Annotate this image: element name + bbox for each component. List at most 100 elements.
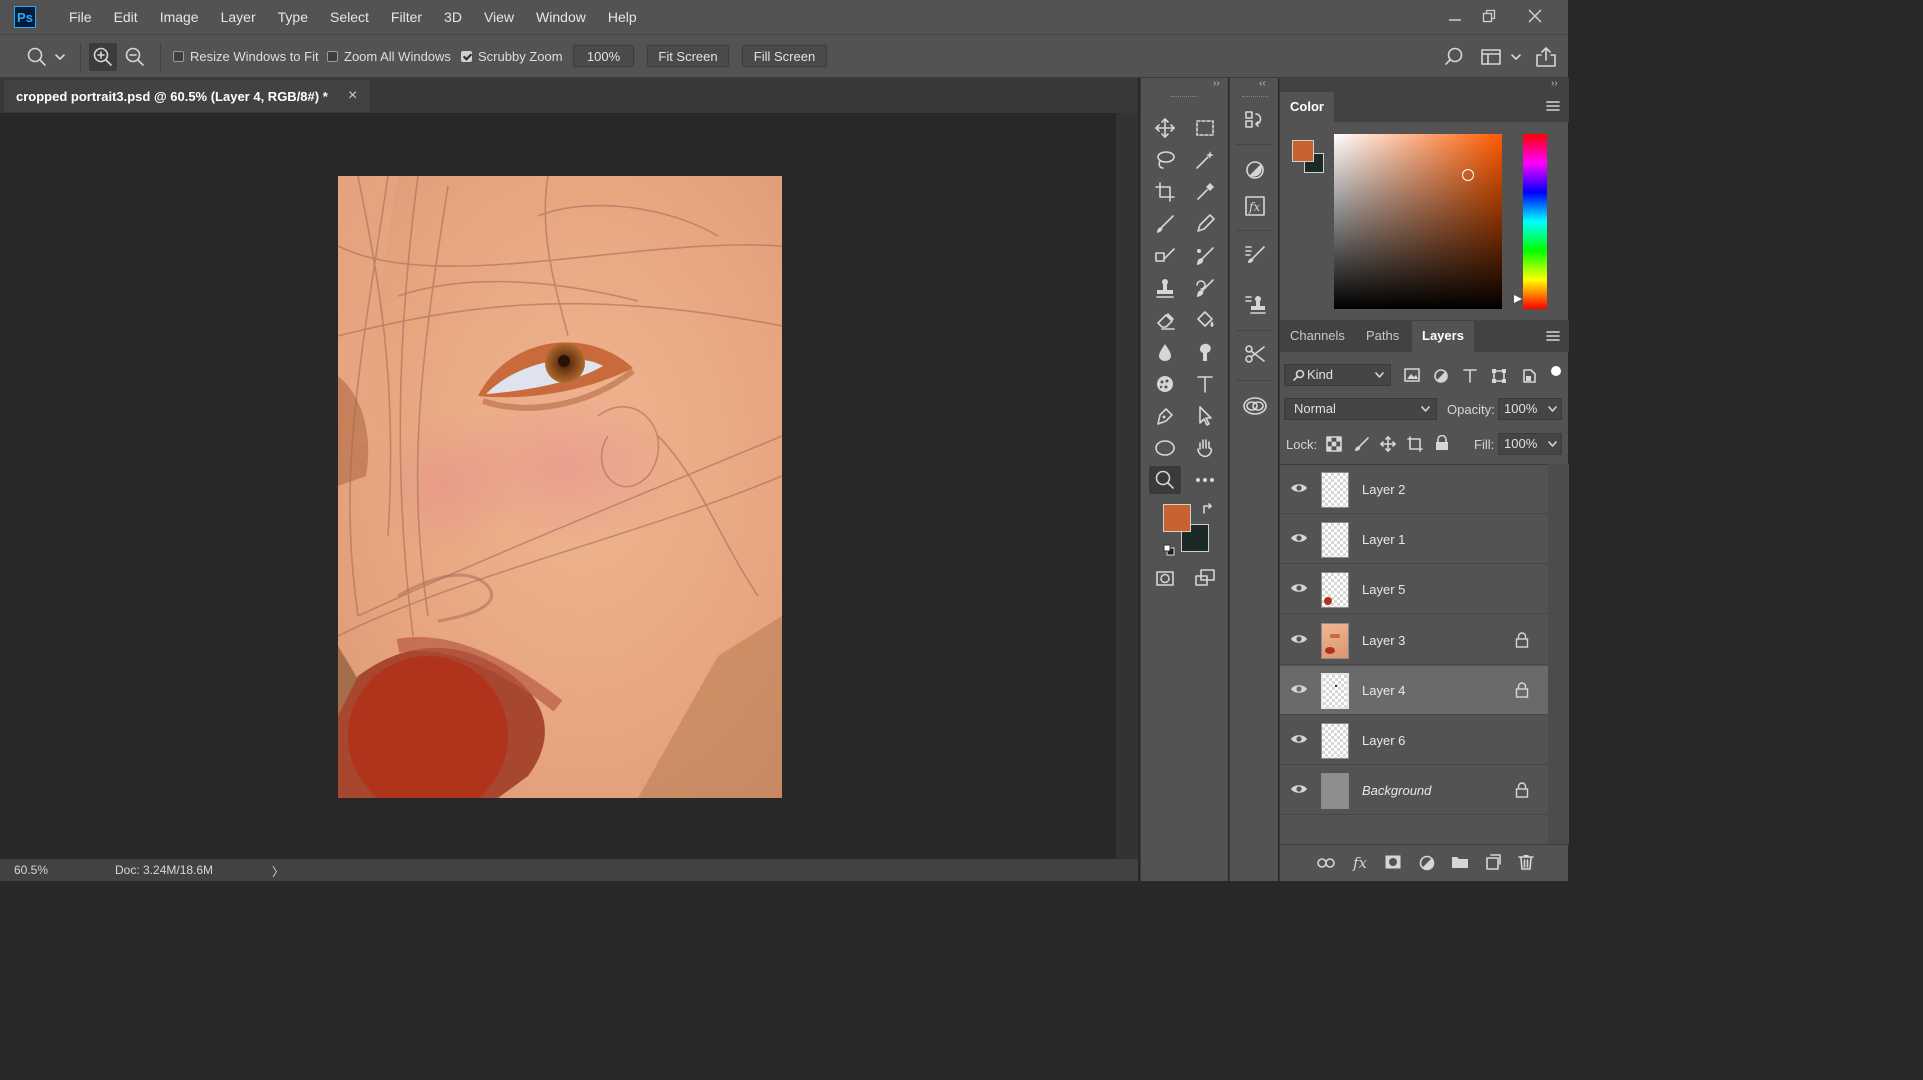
menu-window[interactable]: Window [525, 0, 597, 34]
vertical-scrollbar[interactable] [1116, 113, 1138, 859]
layer-visibility-eye-icon[interactable] [1290, 782, 1308, 796]
new-layer-icon[interactable] [1485, 854, 1501, 873]
close-document-icon[interactable]: × [348, 80, 357, 112]
fill-input[interactable]: 100% [1498, 433, 1562, 455]
layer-thumbnail[interactable] [1321, 572, 1349, 609]
tool-presets-panel-icon[interactable] [1239, 340, 1271, 368]
filter-adjustment-icon[interactable] [1433, 368, 1449, 387]
layer-visibility-eye-icon[interactable] [1290, 581, 1308, 595]
layer-lock-icon[interactable] [1515, 782, 1529, 798]
adjustments-panel-icon[interactable] [1239, 156, 1271, 184]
resize-windows-checkbox[interactable]: Resize Windows to Fit [173, 49, 319, 64]
layer-row[interactable]: Layer 6 [1280, 716, 1548, 765]
workspace-icon[interactable] [1477, 43, 1505, 71]
type-tool-icon[interactable] [1189, 370, 1221, 398]
layer-thumbnail[interactable] [1321, 773, 1349, 810]
menu-view[interactable]: View [473, 0, 525, 34]
collapse-panels-icon[interactable]: ›› [1551, 78, 1558, 89]
layer-name[interactable]: Layer 6 [1362, 716, 1405, 765]
layer-name[interactable]: Background [1362, 766, 1431, 815]
layer-visibility-eye-icon[interactable] [1290, 732, 1308, 746]
new-group-icon[interactable] [1451, 855, 1469, 872]
screen-mode-icon[interactable] [1189, 564, 1221, 592]
toolbar-grip[interactable] [1171, 96, 1197, 99]
layer-name[interactable]: Layer 5 [1362, 565, 1405, 614]
document-tab[interactable]: cropped portrait3.psd @ 60.5% (Layer 4, … [4, 80, 370, 112]
layer-thumbnail[interactable] [1321, 522, 1349, 559]
layer-name[interactable]: Layer 3 [1362, 616, 1405, 665]
sponge-tool-icon[interactable] [1149, 370, 1181, 398]
scrubby-zoom-box[interactable] [461, 51, 472, 62]
layer-lock-icon[interactable] [1515, 631, 1529, 648]
artwork-canvas[interactable] [338, 176, 782, 798]
mixer-brush-tool-icon[interactable] [1189, 242, 1221, 270]
blend-mode-select[interactable]: Normal [1284, 398, 1437, 420]
blur-tool-icon[interactable] [1149, 338, 1181, 366]
tab-channels[interactable]: Channels [1280, 321, 1355, 351]
filter-toggle-switch[interactable] [1551, 366, 1561, 376]
lock-all-icon[interactable] [1435, 434, 1449, 454]
chevron-down-icon[interactable] [1548, 406, 1557, 413]
clone-stamp-tool-icon[interactable] [1149, 274, 1181, 302]
brush-tool-icon[interactable] [1149, 210, 1181, 238]
layer-thumbnail[interactable] [1321, 672, 1349, 709]
layer-name[interactable]: Layer 4 [1362, 666, 1405, 715]
add-mask-icon[interactable] [1385, 855, 1401, 872]
layer-row[interactable]: Layer 4 [1280, 665, 1548, 715]
menu-3d[interactable]: 3D [433, 0, 473, 34]
layer-visibility-eye-icon[interactable] [1290, 632, 1308, 646]
zoom-all-windows-checkbox[interactable]: Zoom All Windows [327, 49, 451, 64]
foreground-color-swatch[interactable] [1163, 504, 1191, 532]
smudge-tool-icon[interactable] [1189, 338, 1221, 366]
layer-filter-kind-select[interactable]: Kind [1284, 364, 1391, 386]
expand-panels-icon[interactable]: ‹‹ [1259, 78, 1266, 89]
status-menu-arrow[interactable]: 〉 [272, 863, 284, 880]
default-colors-icon[interactable] [1163, 544, 1175, 559]
hand-tool-icon[interactable] [1189, 434, 1221, 462]
link-layers-icon[interactable] [1317, 857, 1335, 872]
close-window-icon[interactable] [1521, 4, 1549, 28]
menu-select[interactable]: Select [319, 0, 380, 34]
zoom-100-button[interactable]: 100% [573, 45, 634, 67]
layer-row[interactable]: Layer 3 [1280, 616, 1548, 665]
zoom-tool-icon[interactable] [1149, 466, 1181, 494]
filter-type-icon[interactable] [1462, 368, 1478, 387]
restore-icon[interactable] [1475, 4, 1503, 28]
layer-row[interactable]: Layer 5 [1280, 565, 1548, 615]
filter-smart-object-icon[interactable] [1521, 368, 1537, 387]
styles-panel-icon[interactable]: fx [1239, 192, 1271, 220]
scrubby-zoom-checkbox[interactable]: Scrubby Zoom [461, 49, 563, 64]
layer-visibility-eye-icon[interactable] [1290, 481, 1308, 495]
marquee-tool-icon[interactable] [1189, 114, 1221, 142]
layer-visibility-eye-icon[interactable] [1290, 682, 1308, 696]
ellipse-tool-icon[interactable] [1149, 434, 1181, 462]
lock-pixels-brush-icon[interactable] [1354, 436, 1370, 455]
hue-slider-handle[interactable] [1513, 292, 1523, 307]
swap-colors-icon[interactable] [1201, 502, 1215, 519]
menu-layer[interactable]: Layer [210, 0, 267, 34]
layer-row[interactable]: Layer 2 [1280, 465, 1548, 514]
opacity-value[interactable]: 100% [1504, 399, 1537, 419]
color-panel-foreground-swatch[interactable] [1292, 140, 1314, 162]
layer-effects-icon[interactable]: fx [1353, 854, 1367, 872]
menu-filter[interactable]: Filter [380, 0, 433, 34]
search-icon[interactable] [1440, 43, 1468, 71]
menu-image[interactable]: Image [149, 0, 210, 34]
eraser-tool-icon[interactable] [1149, 306, 1181, 334]
fill-value[interactable]: 100% [1504, 434, 1537, 454]
share-icon[interactable] [1532, 43, 1560, 71]
crop-tool-icon[interactable] [1149, 178, 1181, 206]
lock-position-icon[interactable] [1380, 436, 1396, 455]
menu-edit[interactable]: Edit [103, 0, 149, 34]
quick-mask-icon[interactable] [1149, 564, 1181, 592]
healing-brush-tool-icon[interactable] [1149, 242, 1181, 270]
new-adjustment-layer-icon[interactable] [1419, 855, 1435, 874]
layer-row[interactable]: Background [1280, 766, 1548, 816]
magic-wand-tool-icon[interactable] [1189, 146, 1221, 174]
layer-name[interactable]: Layer 2 [1362, 465, 1405, 514]
layers-panel-menu-icon[interactable] [1546, 330, 1560, 345]
path-selection-tool-icon[interactable] [1189, 402, 1221, 430]
status-zoom[interactable]: 60.5% [14, 863, 48, 877]
filter-shape-icon[interactable] [1491, 368, 1507, 387]
color-picker-cursor[interactable] [1462, 169, 1474, 181]
